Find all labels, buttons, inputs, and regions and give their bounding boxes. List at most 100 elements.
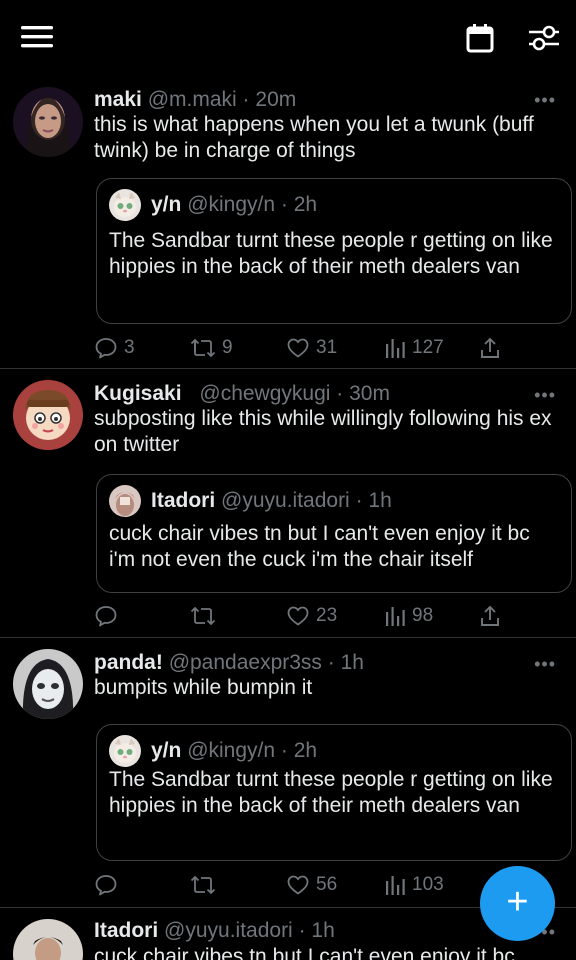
share-button[interactable] <box>479 601 507 631</box>
views-button[interactable]: 103 <box>384 870 444 900</box>
quoted-header: Itadori @yuyu.itadori · 1h <box>151 489 392 513</box>
tweet-text: bumpits while bumpin it <box>94 676 313 699</box>
quoted-display-name: y/n <box>151 193 182 216</box>
tweet-actions: 3 9 31 127 <box>94 333 564 363</box>
quoted-header: y/n @kingy/n · 2h <box>151 193 317 217</box>
reply-icon <box>95 875 117 896</box>
reply-button[interactable] <box>94 870 124 900</box>
handle[interactable]: @yuyu.itadori <box>164 919 293 942</box>
retweet-button[interactable] <box>190 601 222 631</box>
views-button[interactable]: 127 <box>384 333 444 363</box>
quoted-tweet[interactable]: Itadori @yuyu.itadori · 1h cuck chair vi… <box>96 474 572 593</box>
quoted-handle: @kingy/n <box>187 739 276 762</box>
views-button[interactable]: 98 <box>384 601 433 631</box>
separator: · <box>242 88 250 111</box>
handle[interactable]: @chewgykugi <box>199 382 330 405</box>
display-name[interactable]: Kugisaki <box>94 382 182 405</box>
reply-icon <box>95 606 117 627</box>
more-options-icon[interactable]: ••• <box>534 385 556 406</box>
views-icon <box>386 607 405 626</box>
display-name[interactable]: panda! <box>94 651 163 674</box>
separator: · <box>298 919 306 942</box>
quoted-display-name: y/n <box>151 739 182 762</box>
tweet[interactable]: panda! @pandaexpr3ss · 1h ••• bumpits wh… <box>0 638 576 908</box>
retweet-icon <box>190 338 216 358</box>
timestamp[interactable]: 20m <box>255 88 296 111</box>
views-icon <box>386 876 405 895</box>
quoted-tweet[interactable]: y/n @kingy/n · 2h The Sandbar turnt thes… <box>96 724 572 861</box>
like-button[interactable]: 31 <box>286 333 337 363</box>
retweet-icon <box>190 875 216 895</box>
quoted-avatar <box>109 189 141 221</box>
retweet-icon <box>190 606 216 626</box>
separator: · <box>336 382 344 405</box>
quoted-header: y/n @kingy/n · 2h <box>151 739 317 763</box>
retweet-button[interactable]: 9 <box>190 333 233 363</box>
quoted-avatar <box>109 485 141 517</box>
share-button[interactable] <box>479 333 507 363</box>
like-button[interactable]: 56 <box>286 870 337 900</box>
tweet-actions: 23 98 <box>94 601 564 631</box>
heart-icon <box>287 338 309 358</box>
timestamp[interactable]: 30m <box>349 382 390 405</box>
like-count: 31 <box>316 337 338 358</box>
quoted-tweet[interactable]: y/n @kingy/n · 2h The Sandbar turnt thes… <box>96 178 572 324</box>
tweet[interactable]: maki @m.maki · 20m ••• this is what happ… <box>0 80 576 369</box>
reply-button[interactable] <box>94 601 124 631</box>
reply-button[interactable]: 3 <box>94 333 135 363</box>
display-name[interactable]: maki <box>94 88 142 111</box>
separator: · <box>280 193 288 216</box>
share-icon <box>481 605 499 626</box>
quoted-timestamp: 2h <box>293 739 318 762</box>
avatar[interactable] <box>13 87 83 157</box>
display-name[interactable]: Itadori <box>94 919 158 942</box>
calendar-icon[interactable] <box>462 20 498 56</box>
more-options-icon[interactable]: ••• <box>534 654 556 675</box>
avatar[interactable] <box>13 380 83 450</box>
quoted-display-name: Itadori <box>151 489 216 512</box>
tweet-text: this is what happens when you let a twun… <box>94 113 534 162</box>
top-bar <box>0 0 576 80</box>
quoted-text: The Sandbar turnt these people r getting… <box>109 229 553 278</box>
reply-count: 3 <box>124 337 135 358</box>
tweet-header: Kugisaki @chewgykugi · 30m <box>94 382 390 406</box>
share-icon <box>481 337 499 358</box>
quoted-text: cuck chair vibes tn but I can't even enj… <box>109 522 530 571</box>
retweet-button[interactable] <box>190 870 222 900</box>
timestamp[interactable]: 1h <box>341 651 364 674</box>
quoted-avatar <box>109 735 141 767</box>
view-count: 98 <box>412 605 434 626</box>
view-count: 127 <box>412 337 444 358</box>
tweet[interactable]: Kugisaki @chewgykugi · 30m ••• subpostin… <box>0 369 576 638</box>
menu-icon[interactable] <box>18 22 56 52</box>
quoted-text: The Sandbar turnt these people r getting… <box>109 768 553 817</box>
like-button[interactable]: 23 <box>286 601 337 631</box>
separator: · <box>327 651 335 674</box>
tweet-text: subposting like this while willingly fol… <box>94 407 552 456</box>
filter-settings-icon[interactable] <box>526 20 562 56</box>
compose-tweet-button[interactable]: + <box>480 866 555 941</box>
tweet-header: panda! @pandaexpr3ss · 1h <box>94 651 364 675</box>
timestamp[interactable]: 1h <box>311 919 334 942</box>
separator: · <box>355 489 363 512</box>
quoted-handle: @yuyu.itadori <box>221 489 350 512</box>
plus-icon: + <box>506 880 529 923</box>
reply-icon <box>95 338 117 359</box>
tweet-header: maki @m.maki · 20m <box>94 88 296 112</box>
tweet-header: Itadori @yuyu.itadori · 1h <box>94 919 335 943</box>
retweet-count: 9 <box>222 337 233 358</box>
quoted-handle: @kingy/n <box>187 193 276 216</box>
handle[interactable]: @m.maki <box>148 88 237 111</box>
avatar[interactable] <box>13 919 83 960</box>
avatar[interactable] <box>13 649 83 719</box>
views-icon <box>386 339 405 358</box>
handle[interactable]: @pandaexpr3ss <box>169 651 322 674</box>
tweet-text: cuck chair vibes tn but I can't even enj… <box>94 945 515 960</box>
quoted-timestamp: 2h <box>293 193 318 216</box>
more-options-icon[interactable]: ••• <box>534 90 556 111</box>
heart-icon <box>287 875 309 895</box>
quoted-timestamp: 1h <box>368 489 392 512</box>
like-count: 56 <box>316 874 338 895</box>
like-count: 23 <box>316 605 338 626</box>
view-count: 103 <box>412 874 444 895</box>
